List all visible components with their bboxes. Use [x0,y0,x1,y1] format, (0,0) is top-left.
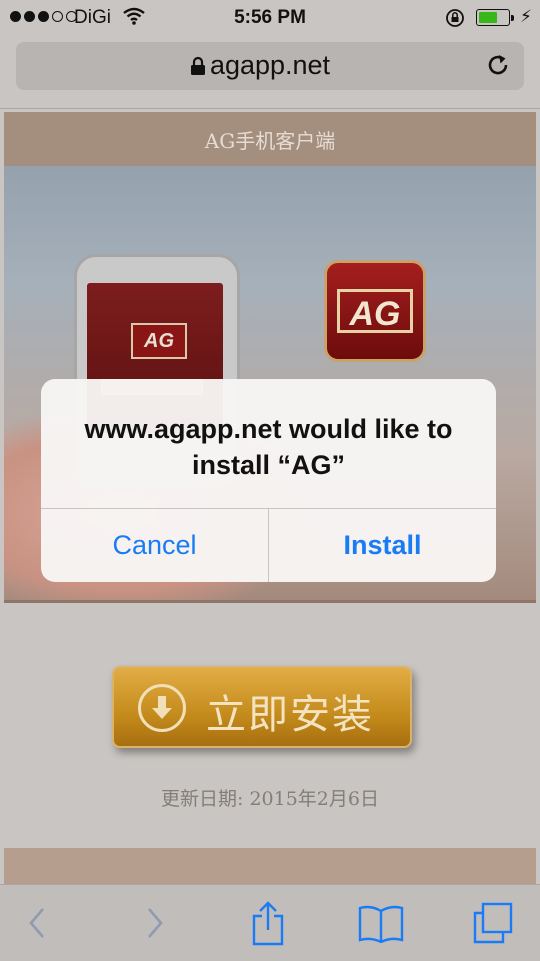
rotation-lock-icon [445,8,465,34]
install-button[interactable]: Install [269,509,496,582]
battery-icon [476,9,514,26]
ag-logo: AG [337,289,413,333]
alert-message: www.agapp.net would like to install “AG” [84,414,453,480]
status-bar: DiGi 5:56 PM ⚡ [0,0,540,36]
tabs-icon[interactable] [468,899,518,947]
reload-icon[interactable] [484,51,512,84]
banner-title: AG手机客户端 [4,112,536,166]
ag-app-icon: AG [324,260,426,362]
download-arrow-icon [138,684,186,732]
share-icon[interactable] [243,899,293,947]
charging-bolt-icon: ⚡ [520,7,532,26]
toolbar-divider [0,108,540,109]
install-now-label: 立即安装 [206,692,374,738]
install-now-button[interactable]: 立即安装 [112,666,412,748]
update-date-text: 更新日期: 2015年2月6日 [161,788,379,810]
bottom-toolbar [0,884,540,961]
back-icon[interactable] [12,899,62,947]
forward-icon[interactable] [130,899,180,947]
phone-screen-logo: AG [131,323,187,359]
footer-banner [4,848,536,888]
cancel-button[interactable]: Cancel [41,509,268,582]
bookmarks-icon[interactable] [356,899,406,947]
url-text: agapp.net [209,50,331,80]
install-alert-dialog: www.agapp.net would like to install “AG”… [41,379,496,582]
address-bar[interactable]: agapp.net [16,42,524,90]
